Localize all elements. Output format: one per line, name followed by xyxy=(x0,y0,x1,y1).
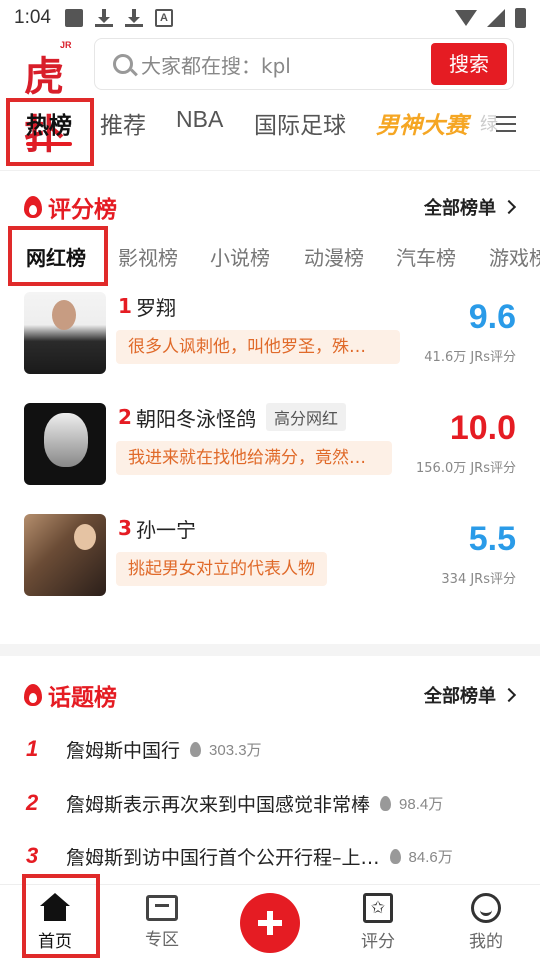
star-icon: ✩ xyxy=(363,893,393,923)
subtab-car[interactable]: 汽车榜 xyxy=(396,242,456,271)
hot-flame-icon xyxy=(380,795,392,811)
rank-number: 2 xyxy=(118,405,132,429)
score-value: 10.0 xyxy=(449,409,516,447)
section-divider xyxy=(0,644,540,656)
nav-rate-label: 评分 xyxy=(361,932,395,952)
top-comment: 我进来就在找他给满分，竟然… xyxy=(116,441,392,475)
nav-me-label: 我的 xyxy=(469,932,503,952)
topic-all-link[interactable]: 全部榜单 xyxy=(424,682,517,708)
top-comment: 很多人讽刺他，叫他罗圣，殊… xyxy=(116,330,400,364)
subtab-anime[interactable]: 动漫榜 xyxy=(304,242,364,271)
tab-male-god-contest[interactable]: 男神大赛 xyxy=(376,106,468,140)
search-button[interactable]: 搜索 xyxy=(431,43,507,85)
subtab-game[interactable]: 游戏榜 xyxy=(489,242,540,271)
download-icon xyxy=(124,9,143,27)
status-time: 1:04 xyxy=(14,7,51,28)
hot-flame-icon xyxy=(190,741,202,757)
rating-all-link[interactable]: 全部榜单 xyxy=(424,194,517,220)
badge-high-score: 高分网红 xyxy=(266,403,347,431)
signal-icon xyxy=(487,9,505,27)
tab-recommend[interactable]: 推荐 xyxy=(100,106,146,140)
highlight-box-home xyxy=(22,874,100,958)
menu-icon[interactable] xyxy=(496,116,516,132)
topic-heat: 98.4万 xyxy=(399,795,444,813)
topic-title: 詹姆斯表示再次来到中国感觉非常棒 xyxy=(66,793,371,816)
chevron-right-icon xyxy=(501,199,517,215)
nav-zone[interactable]: 专区 xyxy=(127,893,197,950)
topic-rank: 3 xyxy=(26,843,39,868)
avatar xyxy=(24,403,106,485)
subtab-film[interactable]: 影视榜 xyxy=(118,242,178,271)
avatar xyxy=(24,514,106,596)
nav-zone-label: 专区 xyxy=(145,930,179,950)
divider xyxy=(0,170,540,171)
search-placeholder: 大家都在搜：kpl xyxy=(141,53,291,78)
post-button[interactable] xyxy=(240,893,300,953)
tab-intl-football[interactable]: 国际足球 xyxy=(254,106,346,140)
hot-flame-icon xyxy=(389,848,401,864)
topic-title-text: 话题榜 xyxy=(48,685,117,711)
topic-item[interactable]: 3 詹姆斯到访中国行首个公开行程–上… 84.6万 xyxy=(26,841,516,871)
chat-icon xyxy=(146,895,178,921)
item-name: 朝阳冬泳怪鸽 高分网红 xyxy=(136,403,347,432)
vote-count: 334 JRs评分 xyxy=(441,572,516,587)
vote-count: 156.0万 JRs评分 xyxy=(416,461,516,476)
rank-number: 3 xyxy=(118,516,132,540)
status-bar: 1:04 A xyxy=(0,0,540,36)
flame-icon xyxy=(24,684,42,706)
rating-title-text: 评分榜 xyxy=(48,197,117,223)
nav-me[interactable]: 我的 xyxy=(451,893,521,952)
tab-nba[interactable]: NBA xyxy=(176,106,223,133)
topic-rank: 2 xyxy=(26,790,39,815)
app-logo[interactable]: JR 虎扑 xyxy=(24,40,80,158)
topic-heat: 84.6万 xyxy=(408,848,453,866)
highlight-box-hot-tab xyxy=(6,98,94,166)
rank-number: 1 xyxy=(118,294,132,318)
topic-title: 詹姆斯中国行 xyxy=(66,739,181,762)
rating-all-link-label: 全部榜单 xyxy=(424,198,496,219)
flame-icon xyxy=(24,196,42,218)
search-icon xyxy=(113,54,133,74)
search-bar[interactable]: 大家都在搜：kpl 搜索 xyxy=(94,38,514,90)
rating-section-title: 评分榜 xyxy=(24,190,117,224)
app-notification-icon: A xyxy=(154,9,173,27)
topic-all-link-label: 全部榜单 xyxy=(424,686,496,707)
rating-item[interactable]: 3 孙一宁 挑起男女对立的代表人物 5.5 334 JRs评分 xyxy=(24,514,516,596)
nav-rate[interactable]: ✩ 评分 xyxy=(343,893,413,952)
score-value: 5.5 xyxy=(468,520,516,558)
highlight-box-influencer-tab xyxy=(8,226,108,286)
topic-rank: 1 xyxy=(26,736,39,761)
rating-item[interactable]: 1 罗翔 很多人讽刺他，叫他罗圣，殊… 9.6 41.6万 JRs评分 xyxy=(24,292,516,374)
rating-item[interactable]: 2 朝阳冬泳怪鸽 高分网红 我进来就在找他给满分，竟然… 10.0 156.0万 … xyxy=(24,403,516,485)
score-value: 9.6 xyxy=(468,298,516,336)
topic-item[interactable]: 2 詹姆斯表示再次来到中国感觉非常棒 98.4万 xyxy=(26,788,516,818)
battery-icon xyxy=(515,8,526,28)
topic-section-title: 话题榜 xyxy=(24,678,117,712)
item-name: 罗翔 xyxy=(136,296,176,320)
vote-count: 41.6万 JRs评分 xyxy=(424,350,516,365)
topic-item[interactable]: 1 詹姆斯中国行 303.3万 xyxy=(26,734,516,764)
topic-heat: 303.3万 xyxy=(209,741,262,759)
wifi-icon xyxy=(455,10,477,26)
item-name: 孙一宁 xyxy=(136,518,196,542)
subtab-novel[interactable]: 小说榜 xyxy=(210,242,270,271)
top-comment: 挑起男女对立的代表人物 xyxy=(116,552,327,586)
profile-icon xyxy=(471,893,501,923)
avatar xyxy=(24,292,106,374)
topic-title: 詹姆斯到访中国行首个公开行程–上… xyxy=(66,846,380,869)
download-icon xyxy=(94,9,113,27)
chevron-right-icon xyxy=(501,687,517,703)
image-notification-icon xyxy=(64,9,83,27)
